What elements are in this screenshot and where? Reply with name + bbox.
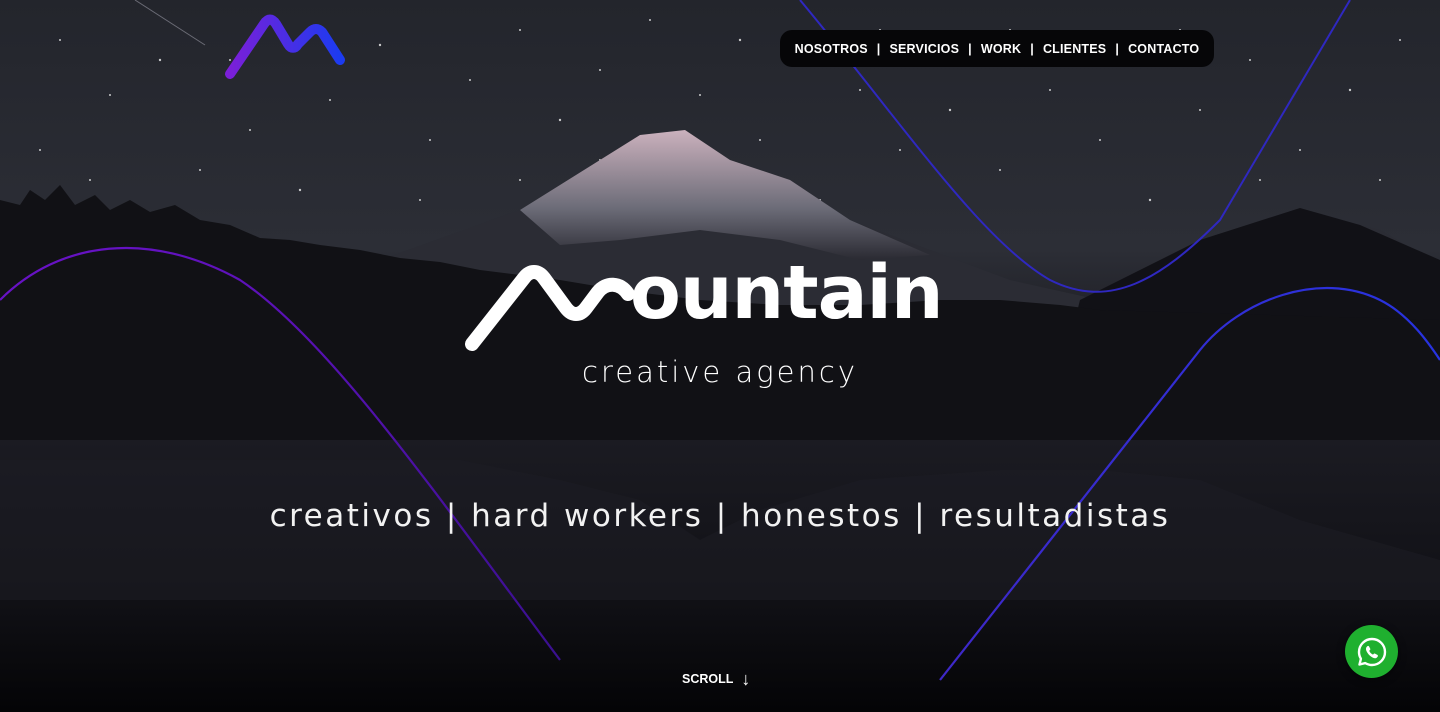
scroll-label: SCROLL — [682, 672, 734, 686]
mountain-logo-icon[interactable] — [224, 14, 346, 84]
nav-item-work[interactable]: WORK — [981, 42, 1021, 56]
main-nav: NOSOTROS | SERVICIOS | WORK | CLIENTES |… — [780, 30, 1214, 67]
brand-logo: ountain — [462, 250, 982, 351]
brand-m-icon — [465, 265, 635, 351]
arrow-down-icon: ↓ — [741, 669, 751, 689]
hero-section: NOSOTROS | SERVICIOS | WORK | CLIENTES |… — [0, 0, 1440, 712]
whatsapp-icon — [1357, 637, 1386, 666]
nav-item-contacto[interactable]: CONTACTO — [1128, 42, 1199, 56]
scroll-indicator[interactable]: SCROLL ↓ — [682, 668, 750, 690]
nav-separator: | — [876, 41, 881, 56]
nav-item-nosotros[interactable]: NOSOTROS — [795, 42, 868, 56]
nav-item-clientes[interactable]: CLIENTES — [1043, 42, 1106, 56]
nav-separator: | — [968, 41, 972, 56]
values-statement: creativos | hard workers | honestos | re… — [269, 498, 1171, 534]
nav-item-servicios[interactable]: SERVICIOS — [889, 42, 959, 56]
brand-tagline: creative agency — [582, 355, 858, 389]
brand-wordmark: ountain — [630, 250, 944, 336]
nav-separator: | — [1030, 41, 1034, 56]
whatsapp-button[interactable] — [1345, 625, 1398, 678]
nav-separator: | — [1115, 41, 1120, 56]
